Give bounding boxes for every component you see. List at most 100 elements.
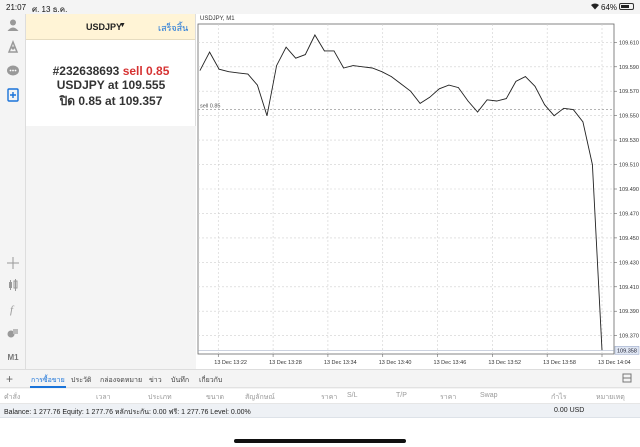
wifi-icon: [590, 2, 600, 12]
price-point: [505, 98, 507, 99]
timeframe-button[interactable]: M1: [4, 348, 22, 366]
y-tick-label: 109.530: [619, 138, 639, 144]
col-time: เวลา: [96, 394, 111, 401]
order-open-price: USDJPY at 109.555: [56, 78, 166, 92]
price-point: [458, 87, 459, 88]
chevron-down-icon[interactable]: ▼: [119, 22, 126, 29]
y-tick-label: 109.510: [619, 163, 639, 169]
price-point: [266, 115, 268, 116]
price-point: [429, 97, 431, 98]
x-tick-label: 13 Dec 13:34: [324, 360, 357, 366]
symbol-selector[interactable]: USDJPY: [86, 22, 122, 32]
price-point: [400, 83, 402, 85]
price-point: [295, 57, 297, 59]
price-point: [438, 88, 440, 90]
price-point: [209, 51, 210, 53]
price-point: [314, 34, 316, 36]
price-point: [362, 66, 364, 68]
order-ticket-line: #232638693 sell 0.85: [26, 64, 196, 78]
order-panel: USDJPY ▼ เสร็จสิ้น #232638693 sell 0.85 …: [26, 14, 196, 126]
y-tick-label: 109.570: [619, 89, 639, 95]
price-point: [582, 121, 584, 123]
col-symbol: สัญลักษณ์: [245, 394, 275, 401]
tab-trade[interactable]: การซื้อขาย: [31, 375, 65, 386]
price-point: [257, 84, 258, 86]
x-tick-label: 13 Dec 13:58: [543, 360, 576, 366]
expand-icon[interactable]: [622, 373, 632, 385]
indicator-icon[interactable]: f: [4, 300, 22, 318]
signal-icon[interactable]: [4, 38, 22, 56]
terminal-tabs: + การซื้อขาย ประวัติ กล่องจดหมาย ข่าว บั…: [0, 369, 640, 388]
account-icon[interactable]: [4, 16, 22, 34]
price-point: [218, 68, 220, 70]
done-button[interactable]: เสร็จสิ้น: [158, 21, 188, 35]
x-tick-label: 13 Dec 13:52: [488, 360, 521, 366]
x-tick-label: 13 Dec 14:04: [598, 360, 631, 366]
y-tick-label: 109.450: [619, 236, 639, 242]
objects-icon[interactable]: [4, 324, 22, 342]
x-tick-label: 13 Dec 13:22: [214, 360, 247, 366]
tab-about[interactable]: เกี่ยวกับ: [199, 375, 222, 386]
balance-summary: Balance: 1 277.76 Equity: 1 277.76 หลักป…: [4, 409, 251, 416]
price-chart[interactable]: 109.610 109.590 109.570 109.550 109.530 109.5…: [196, 14, 640, 369]
y-tick-label: 109.470: [619, 211, 639, 217]
chart-canvas[interactable]: 109.610 109.590 109.570 109.550 109.530 109.5…: [196, 14, 640, 369]
order-type: sell 0.85: [122, 64, 170, 78]
price-point: [477, 111, 478, 113]
col-swap: Swap: [480, 392, 498, 399]
status-bar: 21:07 ศ. 13 ธ.ค. 64%: [0, 0, 640, 14]
price-point: [247, 73, 249, 75]
sell-line-label: sell 0.85: [200, 104, 221, 110]
tab-news[interactable]: ข่าว: [149, 375, 162, 386]
status-time: 21:07: [6, 3, 27, 12]
balance-row: Balance: 1 277.76 Equity: 1 277.76 หลักป…: [0, 404, 640, 418]
new-order-icon[interactable]: [4, 86, 22, 104]
price-point: [285, 46, 287, 48]
price-point: [352, 65, 354, 66]
price-point: [467, 100, 469, 102]
svg-text:f: f: [10, 304, 15, 316]
tab-mailbox[interactable]: กล่องจดหมาย: [100, 375, 142, 386]
price-point: [304, 54, 306, 55]
home-indicator[interactable]: [234, 439, 406, 443]
col-comment: หมายเหตุ: [596, 394, 625, 401]
crosshair-icon[interactable]: [4, 254, 22, 272]
price-point: [228, 71, 230, 72]
last-price-label: 109.358: [617, 348, 637, 354]
active-tab-indicator: [30, 386, 66, 388]
price-point: [525, 76, 526, 77]
y-tick-label: 109.490: [619, 187, 639, 193]
col-tp: T/P: [396, 392, 407, 399]
price-point: [515, 81, 517, 82]
add-icon[interactable]: +: [6, 372, 13, 386]
col-type: ประเภท: [148, 394, 172, 401]
price-point: [592, 164, 593, 165]
price-point: [572, 109, 574, 110]
tab-journal[interactable]: บันทึก: [171, 375, 189, 386]
y-tick-label: 109.590: [619, 65, 639, 71]
x-tick-label: 13 Dec 13:28: [269, 360, 302, 366]
chart-type-icon[interactable]: [4, 276, 22, 294]
col-volume: ขนาด: [206, 394, 225, 401]
chat-icon[interactable]: [4, 62, 22, 80]
order-panel-header: USDJPY ▼ เสร็จสิ้น: [26, 14, 195, 40]
col-profit: กำไร: [551, 394, 567, 401]
x-tick-label: 13 Dec 13:46: [434, 360, 467, 366]
y-tick-label: 109.370: [619, 334, 639, 340]
tab-history[interactable]: ประวัติ: [71, 375, 91, 386]
price-point: [486, 99, 488, 101]
battery-percent: 64%: [601, 3, 618, 12]
price-point: [276, 65, 277, 66]
chart-title: USDJPY, M1: [200, 16, 235, 22]
price-point: [448, 84, 450, 86]
orders-table-header: คำสั่ง เวลา ประเภท ขนาด สัญลักษณ์ ราคา S…: [0, 389, 640, 404]
chart-toolbar: f M1: [0, 14, 26, 369]
y-tick-label: 109.410: [619, 285, 639, 291]
price-point: [410, 90, 411, 92]
price-point: [544, 104, 545, 105]
y-tick-label: 109.390: [619, 309, 639, 315]
price-point: [343, 67, 344, 69]
col-price-current: ราคา: [440, 394, 457, 401]
col-sl: S/L: [347, 392, 358, 399]
order-ticket: #232638693: [52, 64, 120, 78]
